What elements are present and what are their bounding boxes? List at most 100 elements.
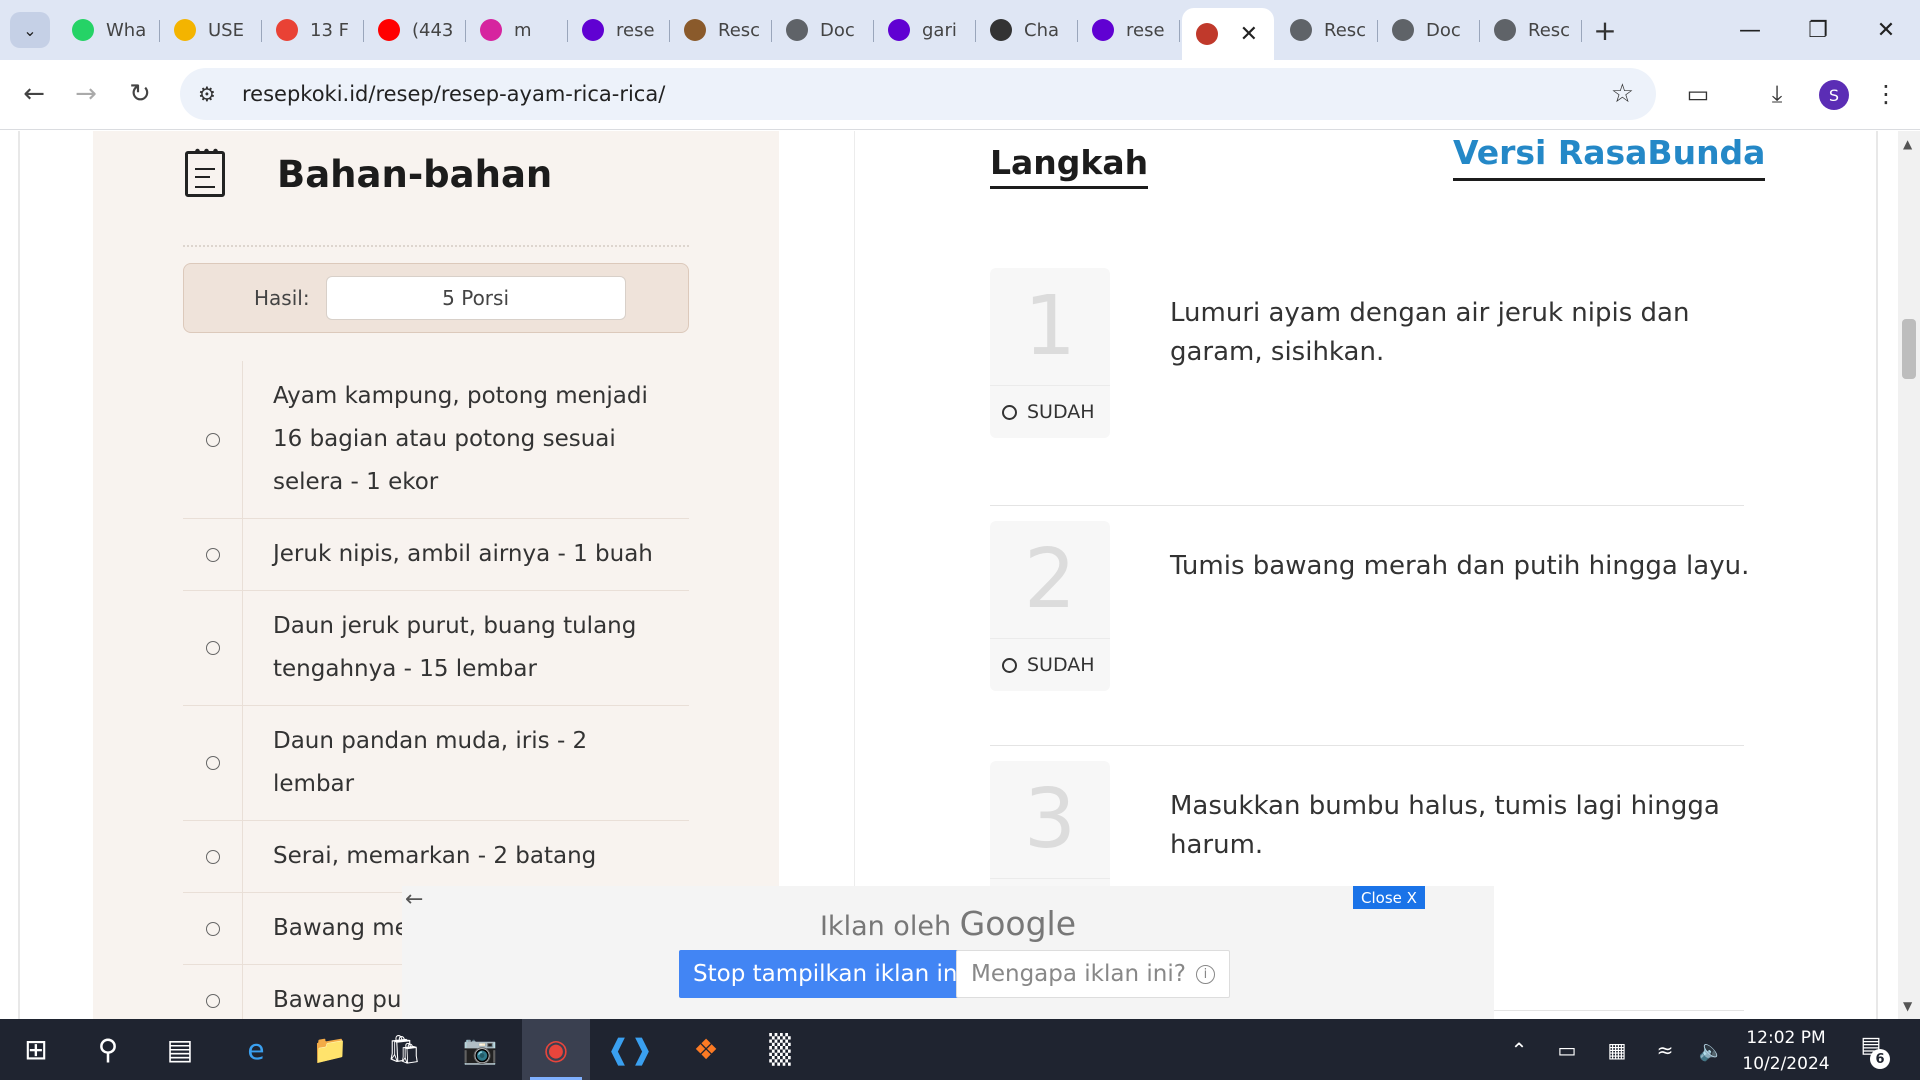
yield-input[interactable]: 5 Porsi xyxy=(325,276,626,320)
ingredient-check[interactable] xyxy=(183,965,243,1019)
google-drive-icon xyxy=(174,19,196,41)
meet-tray[interactable]: ▦ xyxy=(1600,1019,1634,1080)
ingredient-row[interactable]: Serai, memarkan - 2 batang xyxy=(183,821,689,893)
chrome-icon: ◉ xyxy=(543,1033,569,1066)
tab[interactable]: Doc xyxy=(772,8,874,52)
globe-icon xyxy=(1290,19,1312,41)
tab[interactable]: Resc xyxy=(1480,8,1582,52)
whatsapp-icon xyxy=(72,19,94,41)
stop-ad-button[interactable]: Stop tampilkan iklan ini xyxy=(679,950,978,998)
step-item: 2 SUDAH Tumis bawang merah dan putih hingg… xyxy=(990,521,1749,746)
ingredient-check[interactable] xyxy=(183,519,243,590)
notification-button[interactable]: ▤ 6 xyxy=(1854,1033,1890,1069)
store-button[interactable]: 🛍 xyxy=(370,1019,438,1080)
vscode-button[interactable]: ❰❱ xyxy=(596,1019,664,1080)
vertical-scrollbar[interactable]: ▲ ▼ xyxy=(1898,131,1920,1019)
terminal-button[interactable]: ▒ xyxy=(746,1019,814,1080)
url-text[interactable]: resepkoki.id/resep/resep-ayam-rica-rica/ xyxy=(242,82,665,106)
tab[interactable]: Doc xyxy=(1378,8,1480,52)
step-done-toggle[interactable]: SUDAH xyxy=(990,386,1110,438)
task-view-button[interactable]: ▤ xyxy=(146,1019,214,1080)
chevron-down-icon: ⌄ xyxy=(23,20,37,40)
step-done-toggle[interactable]: SUDAH xyxy=(990,639,1110,691)
ingredient-row[interactable]: Ayam kampung, potong menjadi 16 bagian a… xyxy=(183,361,689,519)
vscode-icon: ❰❱ xyxy=(606,1033,654,1066)
close-window-button[interactable]: ✕ xyxy=(1852,0,1920,60)
scrollbar-thumb[interactable] xyxy=(1902,319,1916,379)
file-explorer-button[interactable]: 📁 xyxy=(296,1019,364,1080)
tab[interactable]: 13 F xyxy=(262,8,364,52)
ingredient-check[interactable] xyxy=(183,591,243,705)
site-settings-icon[interactable]: ⚙ xyxy=(198,82,224,106)
tab[interactable]: (443 xyxy=(364,8,466,52)
step-text: Masukkan bumbu halus, tumis lagi hingga … xyxy=(1170,791,1720,860)
reload-button[interactable]: ↻ xyxy=(120,74,160,114)
downloads-button[interactable]: ⤓ xyxy=(1759,76,1795,112)
close-tab-icon[interactable]: ✕ xyxy=(1240,22,1258,47)
resepkoki-icon xyxy=(1196,23,1218,45)
start-button[interactable]: ⊞ xyxy=(2,1019,70,1080)
yahoo-icon xyxy=(1092,19,1114,41)
tray-overflow-button[interactable]: ⌃ xyxy=(1504,1019,1534,1080)
yield-box: Hasil: 5 Porsi xyxy=(183,263,689,333)
minimize-button[interactable]: — xyxy=(1716,0,1784,60)
bookmark-star-icon[interactable]: ☆ xyxy=(1611,79,1634,109)
info-icon: i xyxy=(1195,964,1215,984)
tab-strip: ⌄ Wha USE 13 F (443 m rese Resc Doc gari Cha rese ✕… xyxy=(0,0,1920,60)
ingredient-row[interactable]: Daun pandan muda, iris - 2 lembar xyxy=(183,706,689,821)
edge-button[interactable]: e xyxy=(222,1019,290,1080)
search-button[interactable]: ⚲ xyxy=(74,1019,142,1080)
alt-version-link[interactable]: Versi RasaBunda xyxy=(1453,133,1766,181)
back-button[interactable]: ← xyxy=(14,74,54,114)
tab[interactable]: Cha xyxy=(976,8,1078,52)
ingredient-check[interactable] xyxy=(183,361,243,518)
step-card: 1 SUDAH xyxy=(990,268,1110,438)
page-edge xyxy=(1876,131,1878,1019)
new-tab-button[interactable]: + xyxy=(1582,8,1628,52)
tab[interactable]: m xyxy=(466,8,568,52)
ad-back-arrow-icon[interactable]: ← xyxy=(405,887,423,912)
ad-close-button[interactable]: Close X xyxy=(1353,886,1425,909)
youtube-icon xyxy=(378,19,400,41)
tab[interactable]: Resc xyxy=(1276,8,1378,52)
tab[interactable]: gari xyxy=(874,8,976,52)
chrome-button[interactable]: ◉ xyxy=(522,1019,590,1080)
arrow-right-icon: → xyxy=(75,79,97,109)
battery-icon: ▭ xyxy=(1557,1037,1577,1062)
terminal-icon: ▒ xyxy=(769,1033,791,1066)
tab-active[interactable]: ✕ xyxy=(1182,8,1274,60)
tab-label: Doc xyxy=(1426,19,1461,41)
forward-button[interactable]: → xyxy=(66,74,106,114)
volume-tray[interactable]: 🔈 xyxy=(1694,1019,1728,1080)
tab[interactable]: rese xyxy=(1078,8,1180,52)
ingredient-row[interactable]: Jeruk nipis, ambil airnya - 1 buah xyxy=(183,519,689,591)
search-icon: ⚲ xyxy=(97,1033,119,1066)
scroll-down-icon[interactable]: ▼ xyxy=(1903,999,1912,1013)
wifi-tray[interactable]: ≈ xyxy=(1648,1019,1682,1080)
tab[interactable]: Resc xyxy=(670,8,772,52)
battery-tray[interactable]: ▭ xyxy=(1550,1019,1584,1080)
camera-button[interactable]: 📷 xyxy=(446,1019,514,1080)
ingredient-check[interactable] xyxy=(183,893,243,964)
clock[interactable]: 12:02 PM 10/2/2024 xyxy=(1736,1025,1836,1077)
tab[interactable]: Wha xyxy=(58,8,160,52)
xampp-button[interactable]: ❖ xyxy=(672,1019,740,1080)
why-this-ad-button[interactable]: Mengapa iklan ini? i xyxy=(956,950,1230,998)
step-item: 1 SUDAH Lumuri ayam dengan air jeruk nipis… xyxy=(990,268,1744,506)
tab-search-button[interactable]: ⌄ xyxy=(10,12,50,48)
tab[interactable]: USE xyxy=(160,8,262,52)
menu-button[interactable]: ⋮ xyxy=(1868,76,1904,112)
ingredient-row[interactable]: Daun jeruk purut, buang tulang tengahnya… xyxy=(183,591,689,706)
circle-icon xyxy=(1002,657,1017,673)
restore-button[interactable]: ❐ xyxy=(1784,0,1852,60)
scroll-up-icon[interactable]: ▲ xyxy=(1903,137,1912,151)
more-vert-icon: ⋮ xyxy=(1874,80,1898,108)
tab[interactable]: rese xyxy=(568,8,670,52)
ingredient-check[interactable] xyxy=(183,706,243,820)
ingredient-check[interactable] xyxy=(183,821,243,892)
task-view-icon: ▤ xyxy=(166,1033,194,1066)
profile-avatar[interactable]: S xyxy=(1819,80,1849,110)
address-bar[interactable]: ⚙ resepkoki.id/resep/resep-ayam-rica-ric… xyxy=(180,68,1656,120)
extensions-button[interactable]: ▭ xyxy=(1680,76,1716,112)
tab-label: Cha xyxy=(1024,19,1060,41)
